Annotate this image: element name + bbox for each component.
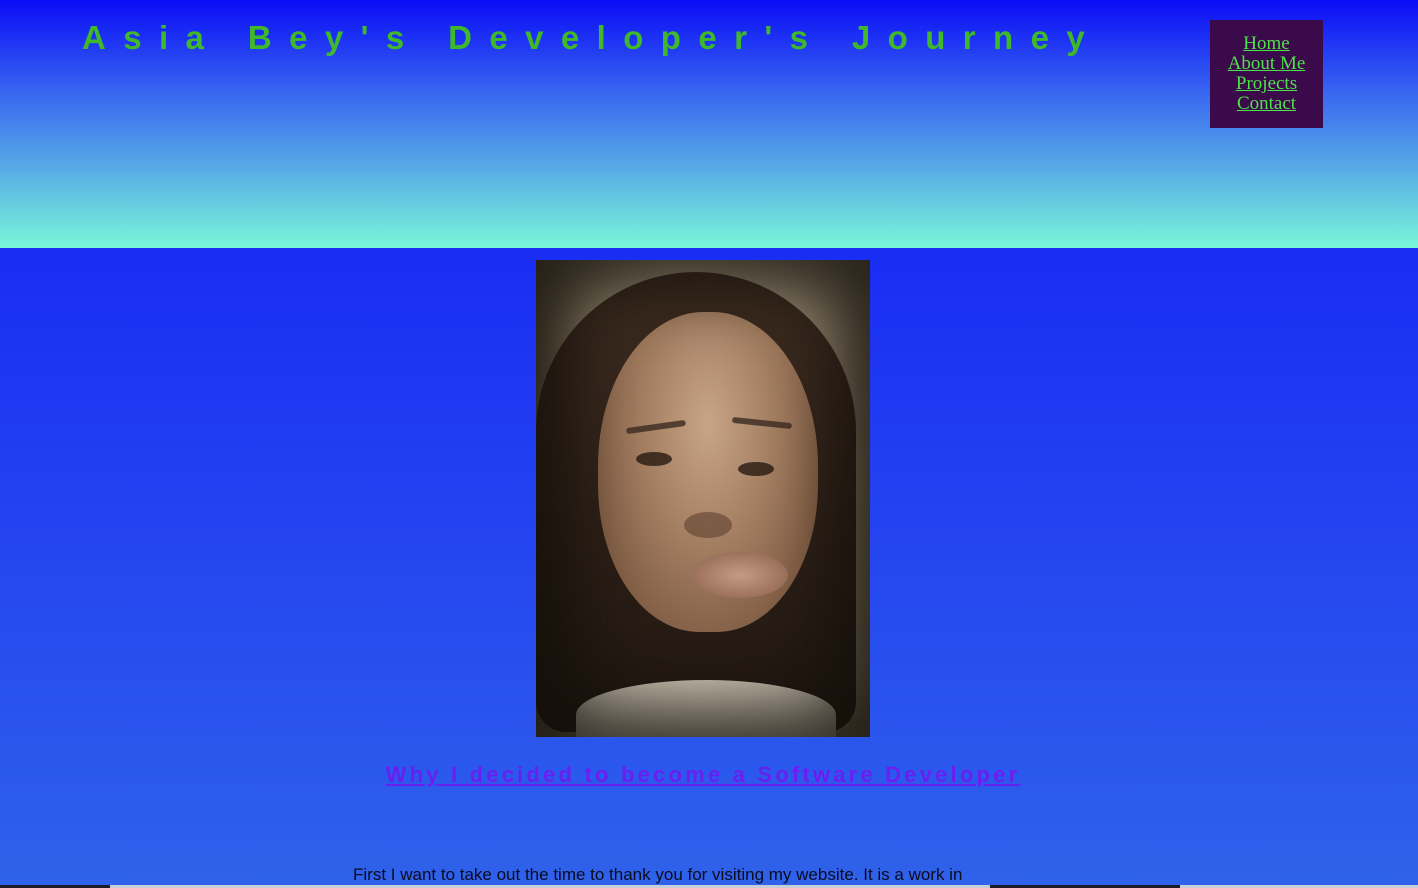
profile-photo [536,260,870,737]
site-title: Asia Bey's Developer's Journey [82,19,1103,56]
intro-paragraph: First I want to take out the time to tha… [353,865,963,884]
nav-link-about-me[interactable]: About Me [1228,54,1306,74]
main-nav: Home About Me Projects Contact [1210,20,1323,128]
section-heading-link[interactable]: Why I decided to become a Software Devel… [0,760,1406,790]
nav-link-projects[interactable]: Projects [1236,74,1297,94]
nav-link-contact[interactable]: Contact [1237,94,1296,114]
photo-vignette [536,260,870,737]
site-header: Asia Bey's Developer's Journey Home Abou… [0,0,1418,248]
nav-link-home[interactable]: Home [1243,34,1289,54]
